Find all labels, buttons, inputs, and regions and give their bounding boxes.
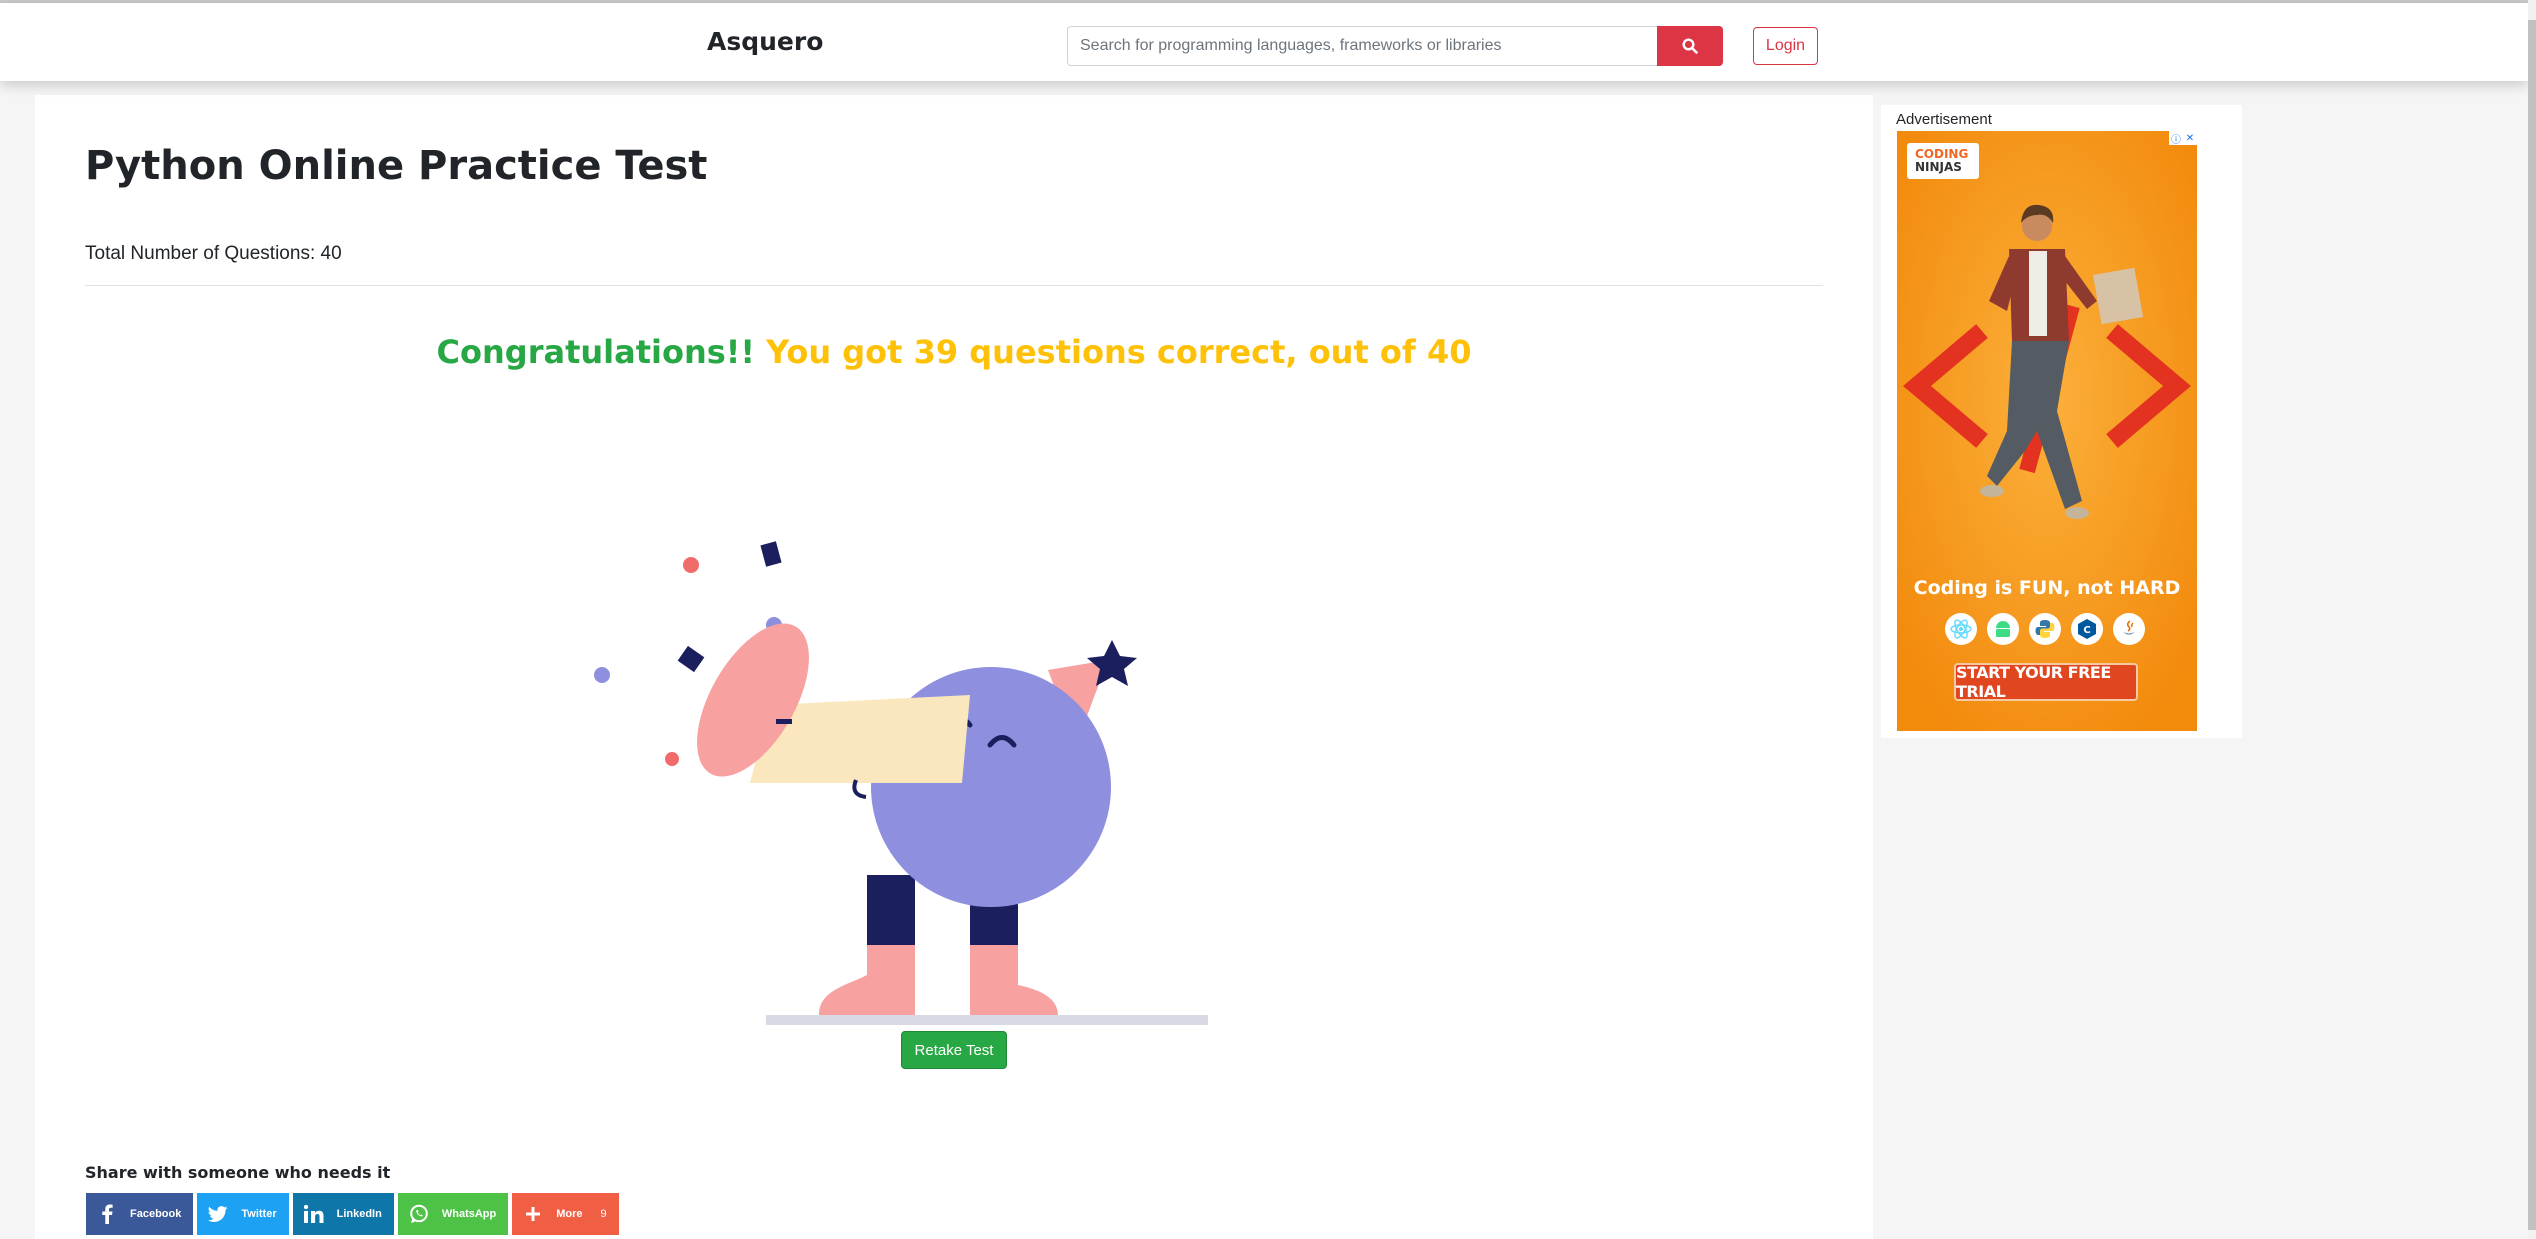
- main-content: Python Online Practice Test Total Number…: [35, 95, 1873, 1239]
- linkedin-icon: [303, 1203, 325, 1225]
- share-more-button[interactable]: More 9: [512, 1193, 619, 1235]
- score-text: You got 39 questions correct, out of 40: [766, 333, 1472, 371]
- confetti-dot: [665, 752, 679, 766]
- svg-text:C: C: [2083, 625, 2090, 636]
- character-foot: [819, 945, 915, 1015]
- share-facebook-label: Facebook: [130, 1208, 182, 1220]
- share-linkedin-button[interactable]: LinkedIn: [292, 1193, 394, 1235]
- ad-info-icon[interactable]: ⓘ: [2169, 131, 2183, 146]
- search-input[interactable]: [1067, 26, 1657, 66]
- share-linkedin-label: LinkedIn: [336, 1208, 382, 1220]
- c-plus-plus-icon: C: [2071, 613, 2103, 645]
- share-more-label: More: [556, 1208, 583, 1220]
- ad-headline: Coding is FUN, not HARD: [1913, 577, 2181, 599]
- celebration-illustration: [594, 541, 1208, 1025]
- ad-banner[interactable]: ⓘ ✕ CODING NINJAS Coding is FUN, not HAR…: [1897, 131, 2197, 731]
- share-title: Share with someone who needs it: [85, 1163, 391, 1182]
- share-count: 9: [600, 1208, 607, 1220]
- ad-close-icon[interactable]: ✕: [2183, 131, 2197, 145]
- confetti-dot: [594, 667, 610, 683]
- page-title: Python Online Practice Test: [85, 143, 708, 189]
- ad-choices[interactable]: ⓘ ✕: [2169, 131, 2197, 146]
- python-icon: [2029, 613, 2061, 645]
- ad-cta-button[interactable]: START YOUR FREE TRIAL: [1954, 663, 2138, 701]
- result-message: Congratulations!! You got 39 questions c…: [35, 333, 1873, 371]
- search-button[interactable]: [1657, 26, 1723, 66]
- android-icon: [1987, 613, 2019, 645]
- facebook-icon: [96, 1203, 118, 1225]
- character-leg: [867, 875, 915, 945]
- twitter-icon: [207, 1203, 229, 1225]
- congrats-text: Congratulations!!: [436, 333, 755, 371]
- scrollbar-thumb[interactable]: [2528, 20, 2536, 1230]
- share-twitter-button[interactable]: Twitter: [197, 1193, 289, 1235]
- sidebar-advertisement: Advertisement ⓘ ✕ CODING NINJAS Coding i…: [1881, 105, 2242, 738]
- react-icon: [1945, 613, 1977, 645]
- coding-ninjas-logo: CODING NINJAS: [1907, 143, 1979, 179]
- share-buttons: Facebook Twitter LinkedIn WhatsApp More: [86, 1193, 619, 1235]
- confetti-square: [677, 645, 705, 673]
- confetti-dot: [683, 557, 699, 573]
- login-button[interactable]: Login: [1753, 27, 1818, 65]
- confetti-square: [760, 541, 782, 567]
- ground-line: [766, 1015, 1208, 1025]
- ad-tech-icons: C: [1945, 613, 2145, 645]
- share-facebook-button[interactable]: Facebook: [86, 1193, 194, 1235]
- retake-test-button[interactable]: Retake Test: [901, 1031, 1007, 1069]
- ad-label: Advertisement: [1896, 111, 1992, 128]
- whatsapp-icon: [408, 1203, 430, 1225]
- person-shoe: [1980, 485, 2004, 497]
- divider: [85, 285, 1823, 286]
- share-whatsapp-label: WhatsApp: [441, 1208, 497, 1220]
- character-foot: [970, 945, 1058, 1015]
- total-questions: Total Number of Questions: 40: [85, 243, 342, 264]
- ad-logo-line2: NINJAS: [1915, 160, 1962, 174]
- java-icon: [2113, 613, 2145, 645]
- megaphone-mark: [776, 719, 792, 724]
- page-scrollbar[interactable]: [2528, 0, 2536, 1239]
- laptop-icon: [2092, 267, 2144, 325]
- site-header: Asquero Login: [0, 3, 2528, 81]
- share-twitter-label: Twitter: [241, 1208, 277, 1220]
- share-whatsapp-button[interactable]: WhatsApp: [397, 1193, 509, 1235]
- person-shoe: [2065, 507, 2089, 519]
- plus-icon: [522, 1203, 544, 1225]
- search-icon: [1682, 38, 1698, 54]
- brand-logo[interactable]: Asquero: [707, 27, 823, 56]
- person-tee: [2029, 251, 2047, 336]
